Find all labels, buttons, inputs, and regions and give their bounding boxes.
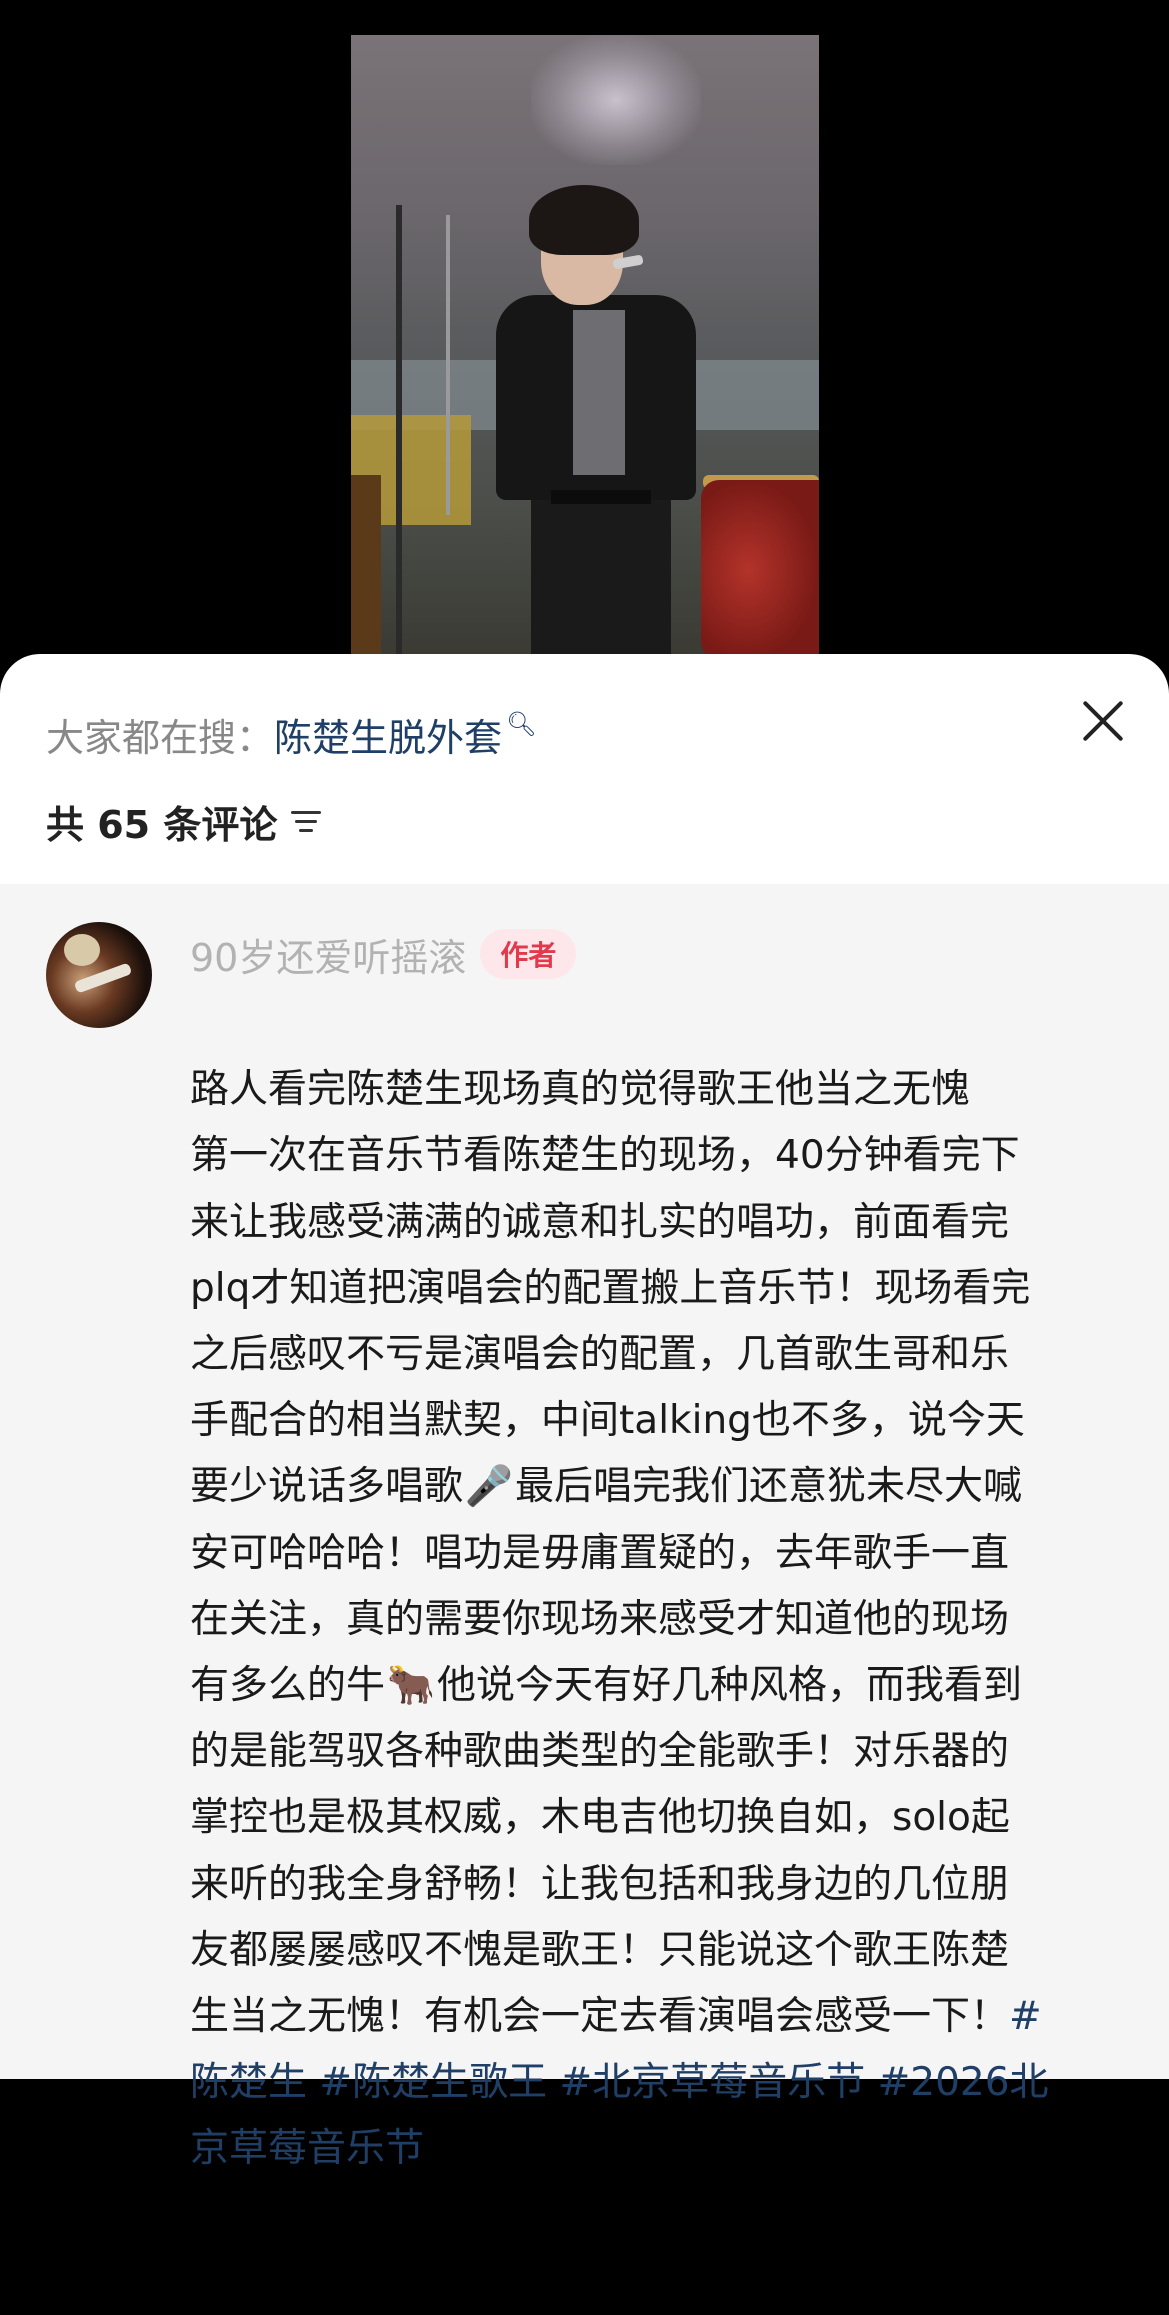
comment-line: 来让我感受满满的诚意和扎实的唱功，前面看完: [190, 1199, 1010, 1245]
singer-shirt: [573, 310, 625, 475]
comment-text-segment: 他说今天有好几种风格，而我看到: [437, 1663, 1023, 1709]
comment-text-segment: 生当之无愧！有机会一定去看演唱会感受一下！: [190, 1994, 1010, 2040]
comment-line: 路人看完陈楚生现场真的觉得歌王他当之无愧: [190, 1067, 971, 1113]
drum: [701, 480, 819, 660]
singer-legs: [531, 500, 671, 660]
guitar: [351, 475, 381, 660]
comments-header: 共 65 条评论: [46, 791, 322, 851]
stage-haze: [531, 35, 701, 165]
comment-line: 手配合的相当默契，中间talking也不多，说今天: [190, 1398, 1025, 1444]
mic-stand: [396, 205, 402, 660]
avatar-guitar: [73, 962, 133, 994]
author-badge: 作者: [480, 929, 577, 979]
mic-stand-secondary: [446, 215, 450, 515]
singer-hair: [529, 185, 639, 255]
avatar-head: [64, 934, 100, 966]
microphone-emoji-icon: 🎤: [464, 1464, 514, 1510]
trending-search-prefix: 大家都在搜：: [46, 715, 275, 760]
comment-line: 生当之无愧！有机会一定去看演唱会感受一下！#: [190, 1984, 1150, 2050]
comments-sheet: 大家都在搜： 陈楚生脱外套 🔍︎ 共 65 条评论 90岁还爱听摇滚 作者 路人…: [0, 654, 1169, 2171]
comment-line: 陈楚生 #陈楚生歌王 #北京草莓音乐节 #2026北: [190, 2050, 1150, 2116]
comment-line: plq才知道把演唱会的配置搬上音乐节！现场看完: [190, 1265, 1031, 1311]
comment-line: 第一次在音乐节看陈楚生的现场，40分钟看完下: [190, 1133, 1020, 1179]
hashtag-2026-beijing[interactable]: #2026北: [878, 2060, 1049, 2105]
comment-line: 友都屡屡感叹不愧是歌王！只能说这个歌王陈楚: [190, 1927, 1010, 1973]
comment-text-segment: 最后唱完我们还意犹未尽大喊: [515, 1464, 1023, 1510]
trending-search[interactable]: 大家都在搜： 陈楚生脱外套 🔍︎: [46, 704, 537, 764]
comment-text-segment: 要少说话多唱歌: [190, 1464, 464, 1510]
username[interactable]: 90岁还爱听摇滚: [190, 927, 466, 982]
hashtag-beijing-strawberry-festival[interactable]: #北京草莓音乐节: [560, 2060, 866, 2105]
trending-search-term[interactable]: 陈楚生脱外套: [274, 707, 502, 762]
comment-line: 在关注，真的需要你现场来感受才知道他的现场: [190, 1596, 1010, 1642]
close-icon[interactable]: [1078, 696, 1128, 746]
comment-line: 之后感叹不亏是演唱会的配置，几首歌生哥和乐: [190, 1332, 1010, 1378]
comment-line: 要少说话多唱歌🎤最后唱完我们还意犹未尽大喊: [190, 1454, 1150, 1520]
video-frame[interactable]: [351, 35, 819, 660]
comment-line: 京草莓音乐节: [190, 2116, 1150, 2182]
avatar[interactable]: [46, 922, 152, 1028]
search-icon[interactable]: 🔍︎: [506, 710, 536, 738]
ox-emoji-icon: 🐂: [386, 1663, 436, 1709]
comment-line: 掌控也是极其权威，木电吉他切换自如，solo起: [190, 1795, 1010, 1841]
comment-line: 有多么的牛🐂他说今天有好几种风格，而我看到: [190, 1653, 1150, 1719]
video-player[interactable]: [0, 0, 1169, 660]
comment-line: 安可哈哈哈！唱功是毋庸置疑的，去年歌手一直: [190, 1530, 1010, 1576]
hashtag-chenchusheng[interactable]: 陈楚生: [190, 2060, 307, 2105]
comment-text-segment: 有多么的牛: [190, 1663, 386, 1709]
singer-belt: [551, 490, 651, 504]
hashtag-mark[interactable]: #: [1009, 1994, 1042, 2039]
comment-list: 90岁还爱听摇滚 作者 路人看完陈楚生现场真的觉得歌王他当之无愧第一次在音乐节看…: [0, 884, 1169, 2171]
comment-count: 共 65 条评论: [46, 802, 278, 847]
comment-line: 来听的我全身舒畅！让我包括和我身边的几位朋: [190, 1861, 1010, 1907]
hashtag-chenchusheng-gewang[interactable]: #陈楚生歌王: [319, 2060, 547, 2105]
sort-icon[interactable]: [291, 807, 322, 835]
comment-meta: 90岁还爱听摇滚 作者: [190, 924, 577, 984]
comment-line: 的是能驾驭各种歌曲类型的全能歌手！对乐器的: [190, 1729, 1010, 1775]
hashtag-2026-beijing-continued[interactable]: 京草莓音乐节: [190, 2126, 424, 2171]
comment-text[interactable]: 路人看完陈楚生现场真的觉得歌王他当之无愧第一次在音乐节看陈楚生的现场，40分钟看…: [190, 991, 1150, 2315]
